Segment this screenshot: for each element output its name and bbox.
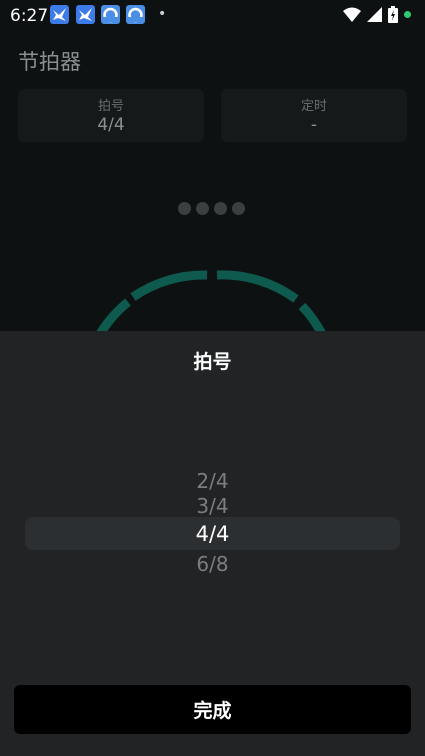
- status-time: 6:27: [10, 6, 49, 26]
- card-value: -: [310, 115, 318, 135]
- picker-option[interactable]: 3/4: [0, 494, 425, 518]
- picker-option[interactable]: 6/8: [0, 552, 425, 576]
- wave-app-icon: [101, 5, 120, 24]
- done-button[interactable]: 完成: [14, 685, 411, 734]
- battery-status-dot: [404, 11, 411, 18]
- sheet-title: 拍号: [193, 351, 232, 373]
- wifi-icon: [343, 7, 361, 22]
- beat-dot: [232, 202, 245, 215]
- timer-card[interactable]: 定时 -: [221, 89, 407, 142]
- card-value: 4/4: [97, 115, 125, 135]
- signal-icon: [367, 7, 382, 22]
- time-signature-sheet: 拍号 2/4 3/4 4/4 6/8 完成: [0, 331, 425, 756]
- dial-segment: [298, 302, 326, 331]
- beat-indicators: [178, 202, 245, 215]
- tempo-dial[interactable]: [0, 250, 425, 331]
- card-label: 拍号: [97, 99, 124, 114]
- card-label: 定时: [300, 99, 327, 114]
- bird-app-icon: [50, 5, 69, 24]
- beat-dot: [214, 202, 227, 215]
- bird-app-icon: [76, 5, 95, 24]
- time-signature-card[interactable]: 拍号 4/4: [18, 89, 204, 142]
- dial-segment: [130, 270, 208, 301]
- dial-segment: [96, 298, 131, 331]
- dial-segment: [216, 270, 299, 303]
- beat-dot: [178, 202, 191, 215]
- picker-option[interactable]: 2/4: [0, 469, 425, 493]
- status-bar: 6:27 •: [0, 0, 425, 30]
- battery-icon: [388, 6, 398, 23]
- beat-dot: [196, 202, 209, 215]
- status-indicators: [343, 6, 411, 23]
- picker-option-selected[interactable]: 4/4: [0, 522, 425, 546]
- wave-app-icon: [126, 5, 145, 24]
- page-title: 节拍器: [18, 50, 81, 74]
- notification-dot: •: [158, 6, 167, 22]
